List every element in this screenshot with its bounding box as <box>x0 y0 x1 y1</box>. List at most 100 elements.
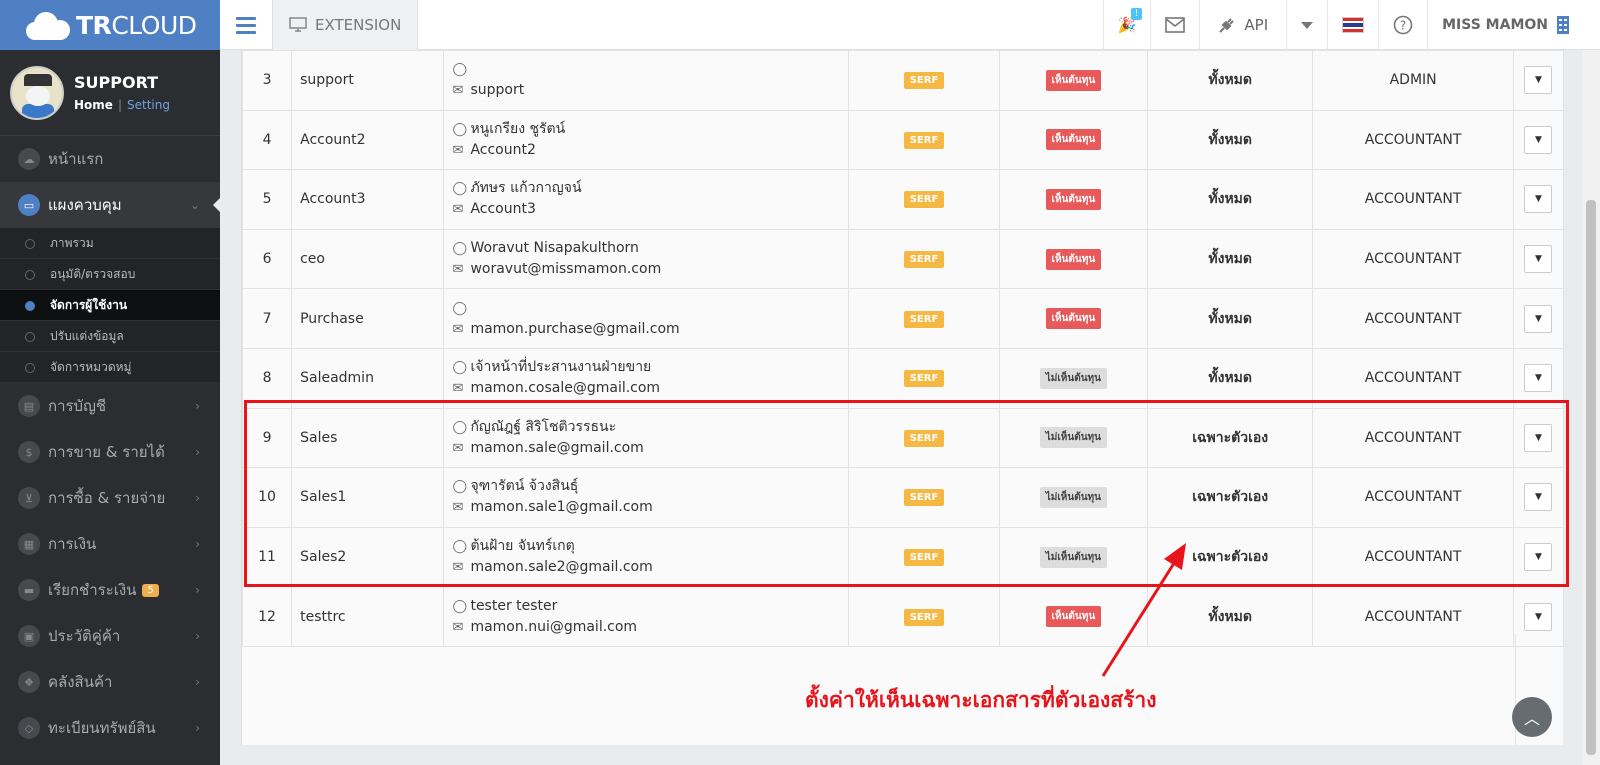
cost-cell: ไม่เห็นต้นทุน <box>998 347 1149 409</box>
row-action-dropdown-button[interactable]: ▼ <box>1524 543 1553 572</box>
caret-down-icon: ▼ <box>1534 254 1542 265</box>
caret-down-icon: ▼ <box>1534 432 1542 443</box>
sidebar-subitem-overview[interactable]: ภาพรวม <box>0 228 220 259</box>
serf-cell: SERF <box>848 50 1000 111</box>
row-action-dropdown-button[interactable]: ▼ <box>1524 125 1553 154</box>
document-scope: ทั้งหมด <box>1147 347 1314 409</box>
sidebar-item-home[interactable]: ☁ หน้าแรก <box>0 136 220 182</box>
full-name: เจ้าหน้าที่ประสานงานฝ่ายขาย <box>470 359 652 376</box>
username: support <box>291 50 445 111</box>
sidebar-item-inventory[interactable]: ❖ คลังสินค้า › <box>0 659 220 705</box>
page-scrollbar[interactable] <box>1582 50 1600 765</box>
sidebar-subitem-user-management[interactable]: จัดการผู้ใช้งาน <box>0 290 220 321</box>
cost-cell: เห็นต้นทุน <box>998 109 1149 171</box>
home-link[interactable]: Home <box>74 98 113 112</box>
row-action-dropdown-button[interactable]: ▼ <box>1524 602 1553 631</box>
full-name: Woravut Nisapakulthorn <box>470 240 639 257</box>
sidebar: SUPPORT Home | Setting ☁ หน้าแรก ▭ แผงควบค… <box>0 50 220 765</box>
cost-cell: เห็นต้นทุน <box>998 50 1149 111</box>
caret-down-icon <box>1301 21 1314 29</box>
action-cell: ▼ <box>1512 407 1565 469</box>
row-action-dropdown-button[interactable]: ▼ <box>1524 304 1553 333</box>
sidebar-subitem-categories[interactable]: จัดการหมวดหมู่ <box>0 352 220 383</box>
serf-badge: SERF <box>903 549 945 567</box>
sidebar-subitem-label: ปรับแต่งข้อมูล <box>50 328 124 343</box>
user-menu[interactable]: MISS MAMON <box>1427 0 1600 50</box>
chevron-right-icon: › <box>195 537 200 551</box>
full-name: หนูเกรียง ชูรัตน์ <box>470 120 566 137</box>
sidebar-item-finance[interactable]: ▦ การเงิน › <box>0 521 220 567</box>
cost-visibility-badge: เห็นต้นทุน <box>1045 308 1102 330</box>
caret-down-icon: ▼ <box>1534 492 1542 503</box>
row-action-dropdown-button[interactable]: ▼ <box>1524 185 1553 214</box>
envelope-icon: ✉ <box>452 619 464 635</box>
sidebar-item-billing[interactable]: ▬ เรียกชำระเงิน 5 › <box>0 567 220 613</box>
cost-cell: เห็นต้นทุน <box>998 169 1149 230</box>
announcement-button[interactable]: 🎉 ! <box>1102 0 1151 50</box>
sidebar-item-accounting[interactable]: ▤ การบัญชี › <box>0 383 220 429</box>
profile-name: SUPPORT <box>74 73 159 92</box>
serf-badge: SERF <box>903 72 945 90</box>
messages-button[interactable] <box>1150 0 1199 50</box>
user-role: ACCOUNTANT <box>1312 288 1514 349</box>
sidebar-item-label: ประวัติคู่ค้า <box>48 627 121 645</box>
cost-visibility-badge: ไม่เห็นต้นทุน <box>1039 546 1107 568</box>
top-bar: TRCLOUD EXTENSION 🎉 ! API ? MISS MAMON <box>0 0 1600 50</box>
user-id: 9 <box>241 407 293 469</box>
api-label: API <box>1244 16 1269 34</box>
sidebar-item-label: แผงควบคุม <box>48 196 122 214</box>
language-button[interactable] <box>1327 0 1378 50</box>
row-action-dropdown-button[interactable]: ▼ <box>1524 423 1553 452</box>
serf-cell: SERF <box>848 347 1000 409</box>
help-button[interactable]: ? <box>1378 0 1427 50</box>
sidebar-subitem-label: จัดการผู้ใช้งาน <box>50 297 128 312</box>
envelope-icon: ✉ <box>452 321 464 337</box>
chevron-down-icon: ⌄ <box>189 198 200 212</box>
serf-badge: SERF <box>903 489 945 507</box>
sidebar-subitem-approve[interactable]: อนุมัติ/ตรวจสอบ <box>0 259 220 290</box>
document-scope: ทั้งหมด <box>1147 50 1314 111</box>
chevron-right-icon: › <box>195 399 200 413</box>
main-content: 3 support ◯ ✉ support SERF เห็นต้นทุน ทั้งหมด AD… <box>241 50 1565 745</box>
menu-toggle-button[interactable] <box>220 0 272 50</box>
row-action-dropdown-button[interactable]: ▼ <box>1524 483 1553 512</box>
sidebar-item-label: หน้าแรก <box>48 150 104 168</box>
user-icon: ◯ <box>452 121 468 137</box>
chevron-up-icon: ︿ <box>1523 709 1540 728</box>
caret-down-icon: ▼ <box>1534 611 1542 622</box>
setting-link[interactable]: Setting <box>127 98 170 112</box>
sidebar-subitem-customize[interactable]: ปรับแต่งข้อมูล <box>0 321 220 352</box>
row-action-dropdown-button[interactable]: ▼ <box>1524 245 1553 274</box>
contact-icon: ▣ <box>18 625 40 647</box>
caret-down-icon: ▼ <box>1534 313 1542 324</box>
scroll-to-top-button[interactable]: ︿ <box>1512 697 1552 737</box>
sidebar-item-partners[interactable]: ▣ ประวัติคู่ค้า › <box>0 613 220 659</box>
extension-tab[interactable]: EXTENSION <box>272 0 419 50</box>
row-action-dropdown-button[interactable]: ▼ <box>1524 364 1553 393</box>
row-action-dropdown-button[interactable]: ▼ <box>1524 66 1553 95</box>
serf-badge: SERF <box>903 429 945 447</box>
sidebar-item-sales[interactable]: $ การขาย & รายได้ › <box>0 429 220 475</box>
scrollbar-thumb[interactable] <box>1586 200 1596 755</box>
serf-cell: SERF <box>848 526 1000 588</box>
caret-down-icon: ▼ <box>1534 75 1542 86</box>
logo[interactable]: TRCLOUD <box>0 0 220 50</box>
billing-count-badge: 5 <box>142 583 159 597</box>
user-icon: ◯ <box>452 360 468 376</box>
api-button[interactable]: API <box>1199 0 1286 50</box>
cost-cell: ไม่เห็นต้นทุน <box>998 526 1149 588</box>
avatar[interactable] <box>10 65 64 120</box>
user-info: ◯ หนูเกรียง ชูรัตน์ ✉ Account2 <box>443 109 850 171</box>
caret-down-icon: ▼ <box>1534 194 1542 205</box>
envelope-icon: ✉ <box>452 381 464 397</box>
user-id: 4 <box>241 109 293 171</box>
username: Account2 <box>291 109 445 171</box>
sidebar-item-assets[interactable]: ◇ ทะเบียนทรัพย์สิน › <box>0 705 220 751</box>
dropdown-button[interactable] <box>1286 0 1327 50</box>
sidebar-item-purchase[interactable]: ⊻ การซื้อ & รายจ่าย › <box>0 475 220 521</box>
chevron-right-icon: › <box>195 491 200 505</box>
user-info: ◯ ต้นฝ้าย จันทร์เกตุ ✉ mamon.sale2@gmail.co… <box>443 526 850 588</box>
user-role: ACCOUNTANT <box>1312 407 1514 469</box>
dollar-icon: $ <box>18 441 40 463</box>
sidebar-item-dashboard[interactable]: ▭ แผงควบคุม ⌄ <box>0 182 220 228</box>
